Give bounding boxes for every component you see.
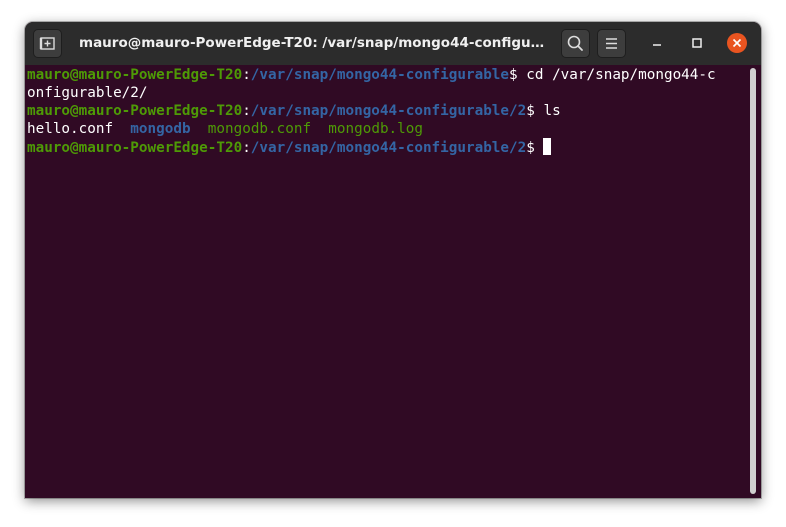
ls-item: mongodb.conf <box>207 121 312 137</box>
titlebar[interactable]: mauro@mauro-PowerEdge-T20: /var/snap/mon… <box>25 22 761 65</box>
prompt-user-host: mauro@mauro-PowerEdge-T20 <box>27 67 243 83</box>
terminal-line: mauro@mauro-PowerEdge-T20:/var/snap/mong… <box>27 66 743 84</box>
terminal-line: mauro@mauro-PowerEdge-T20:/var/snap/mong… <box>27 102 743 120</box>
prompt-user-host: mauro@mauro-PowerEdge-T20 <box>27 140 243 156</box>
prompt-path: /var/snap/mongo44-configurable/2 <box>250 103 527 119</box>
minimize-button[interactable] <box>647 33 667 53</box>
prompt-path: /var/snap/mongo44-configurable <box>250 67 510 83</box>
terminal-line: onfigurable/2/ <box>27 84 743 102</box>
command-text: cd /var/snap/mongo44-c <box>517 67 716 83</box>
text-cursor <box>543 138 552 155</box>
terminal-window: mauro@mauro-PowerEdge-T20: /var/snap/mon… <box>25 22 761 498</box>
prompt-separator: : <box>242 67 251 83</box>
close-icon <box>732 38 742 48</box>
search-icon <box>567 35 583 51</box>
prompt-separator: : <box>242 140 251 156</box>
terminal-line: mauro@mauro-PowerEdge-T20:/var/snap/mong… <box>27 138 743 156</box>
prompt-dollar: $ <box>526 140 535 156</box>
prompt-user-host: mauro@mauro-PowerEdge-T20 <box>27 103 243 119</box>
prompt-separator: : <box>242 103 251 119</box>
menu-button[interactable] <box>597 29 626 58</box>
ls-item: hello.conf <box>27 121 114 137</box>
ls-item: mongodb.log <box>328 121 423 137</box>
command-text <box>535 140 544 156</box>
command-text: ls <box>534 103 561 119</box>
window-title: mauro@mauro-PowerEdge-T20: /var/snap/mon… <box>79 35 547 51</box>
terminal-line: hello.conf mongodb mongodb.conf mongodb.… <box>27 120 743 138</box>
scrollbar[interactable] <box>750 68 756 494</box>
new-tab-icon <box>39 37 55 50</box>
minimize-icon <box>653 44 661 46</box>
ls-item: mongodb <box>130 121 191 137</box>
terminal-output[interactable]: mauro@mauro-PowerEdge-T20:/var/snap/mong… <box>27 66 743 496</box>
command-continuation: onfigurable/2/ <box>27 85 148 101</box>
new-tab-button[interactable] <box>33 29 62 58</box>
prompt-dollar: $ <box>509 67 518 83</box>
search-button[interactable] <box>561 29 590 58</box>
prompt-dollar: $ <box>526 103 535 119</box>
maximize-button[interactable] <box>687 33 707 53</box>
hamburger-menu-icon <box>606 38 617 49</box>
maximize-icon <box>692 38 702 48</box>
prompt-path: /var/snap/mongo44-configurable/2 <box>250 140 527 156</box>
close-button[interactable] <box>727 33 747 53</box>
